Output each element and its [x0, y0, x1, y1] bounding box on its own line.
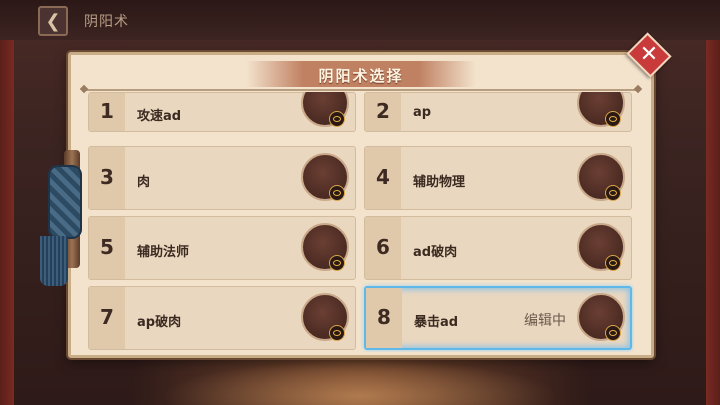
slot-name: 暴击ad: [414, 315, 459, 330]
dialog-title: 阴阳术选择: [318, 67, 404, 85]
slot-5[interactable]: 5 辅助法师: [88, 216, 356, 280]
slot-4[interactable]: 4 辅助物理: [364, 146, 632, 210]
slot-number: 5: [100, 235, 114, 259]
ambient-glow: [160, 360, 560, 405]
eye-icon[interactable]: [605, 255, 621, 271]
slot-number: 4: [376, 165, 390, 189]
slot-name: 攻速ad: [137, 109, 182, 124]
close-icon[interactable]: ✕: [632, 40, 666, 70]
back-arrow-icon: ❮: [45, 11, 61, 32]
slot-name: ap破肉: [137, 315, 182, 330]
slot-name: ad破肉: [413, 245, 458, 260]
slot-2[interactable]: 2 ap: [364, 92, 632, 132]
tassel-tail: [40, 236, 68, 286]
left-pillar: [0, 40, 14, 405]
slot-name: ap: [413, 105, 432, 120]
slot-number: 7: [100, 305, 114, 329]
dialog-header: 阴阳术选择: [71, 55, 651, 95]
slot-number: 8: [377, 305, 391, 329]
slot-name: 辅助物理: [413, 175, 466, 190]
slot-name: 辅助法师: [137, 245, 190, 260]
slot-name: 肉: [137, 175, 151, 190]
header-divider: [85, 89, 637, 91]
eye-icon[interactable]: [329, 185, 345, 201]
editing-status: 编辑中: [524, 313, 566, 329]
back-button[interactable]: ❮: [38, 6, 68, 36]
eye-icon[interactable]: [605, 185, 621, 201]
eye-icon[interactable]: [329, 255, 345, 271]
tassel-knot-icon: [48, 165, 82, 239]
page-title: 阴阳术: [84, 14, 129, 30]
eye-icon[interactable]: [329, 111, 345, 127]
slot-number: 6: [376, 235, 390, 259]
slot-number: 1: [100, 99, 114, 123]
right-pillar: [706, 40, 720, 405]
slot-3[interactable]: 3 肉: [88, 146, 356, 210]
eye-icon[interactable]: [329, 325, 345, 341]
slot-number: 2: [376, 99, 390, 123]
slot-1[interactable]: 1 攻速ad: [88, 92, 356, 132]
eye-icon[interactable]: [605, 325, 621, 341]
slot-number: 3: [100, 165, 114, 189]
slot-6[interactable]: 6 ad破肉: [364, 216, 632, 280]
slot-7[interactable]: 7 ap破肉: [88, 286, 356, 350]
slot-8[interactable]: 8 暴击ad 编辑中: [364, 286, 632, 350]
slot-grid[interactable]: 1 攻速ad 2 ap 3 肉 4 辅助物理 5 辅助法师 6 ad破肉 7 a…: [88, 92, 634, 352]
eye-icon[interactable]: [605, 111, 621, 127]
